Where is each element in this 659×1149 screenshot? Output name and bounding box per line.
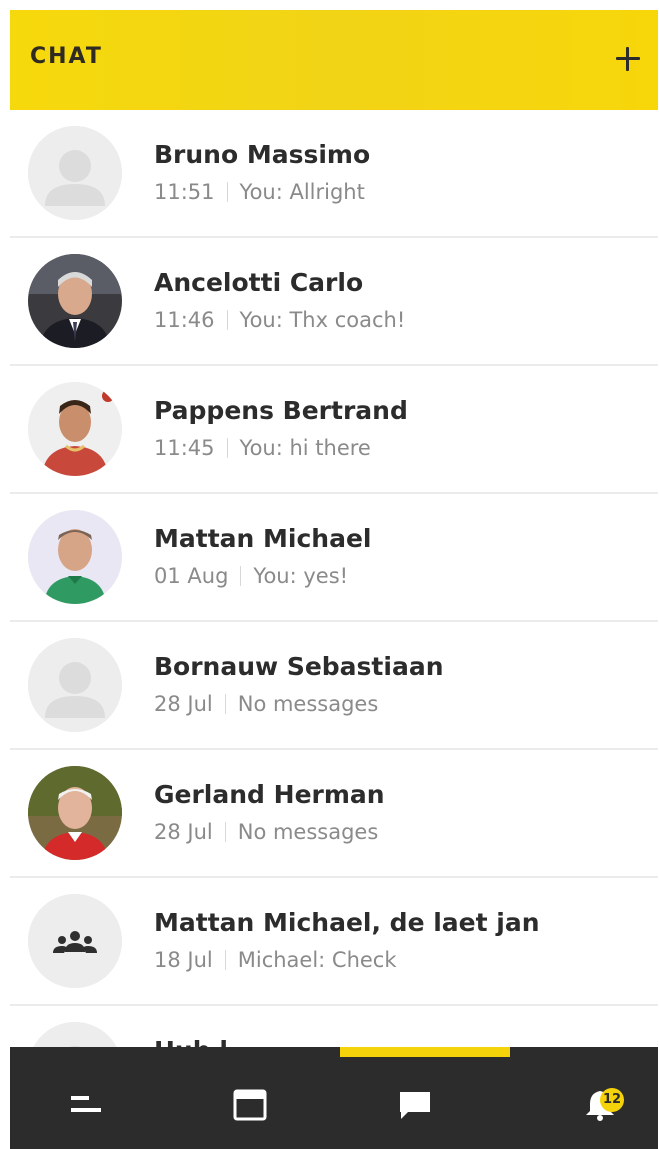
chat-meta: 11:51 You: Allright [154,180,365,204]
group-icon [28,894,122,988]
divider [226,438,228,458]
chat-name: Pappens Bertrand [154,396,408,425]
chat-row[interactable]: Mattan Michael, de laet jan 18 Jul Michae… [10,878,658,1006]
tab-chat[interactable] [365,1069,465,1139]
active-tab-indicator [340,1047,510,1057]
chat-time: 28 Jul [154,692,213,716]
chat-preview: No messages [237,692,379,716]
chat-name: Ancelotti Carlo [154,268,364,297]
avatar [28,510,122,604]
chat-time: 11:51 [154,180,215,204]
chat-row[interactable]: Mattan Michael 01 Aug You: yes! [10,494,658,622]
tab-menu[interactable] [35,1069,135,1139]
chat-meta: 18 Jul Michael: Check [154,948,397,972]
bottom-tab-bar [10,1047,658,1149]
chat-time: 11:45 [154,436,215,460]
page-title: CHAT [30,44,103,69]
chat-meta: 11:46 You: Thx coach! [154,308,405,332]
chat-time: 11:46 [154,308,215,332]
calendar-icon [233,1089,267,1121]
chat-time: 28 Jul [154,820,213,844]
divider [226,182,228,202]
chat-meta: 28 Jul No messages [154,692,378,716]
add-chat-button[interactable] [608,38,648,78]
chat-name: Bornauw Sebastiaan [154,652,444,681]
chat-icon [400,1092,430,1119]
avatar [28,766,122,860]
chat-meta: 28 Jul No messages [154,820,378,844]
chat-screen: CHAT Bruno Massimo 11:51 You: Allright A… [10,10,658,1149]
divider [224,694,226,714]
header-bar: CHAT [10,10,658,110]
chat-preview: You: yes! [253,564,349,588]
menu-icon [71,1096,101,1112]
chat-preview: No messages [237,820,379,844]
avatar [28,638,122,732]
divider [226,310,228,330]
chat-name: Bruno Massimo [154,140,371,169]
chat-preview: You: Thx coach! [239,308,406,332]
chat-row[interactable]: Hub l… [10,1006,658,1050]
avatar [28,382,122,476]
chat-preview: You: hi there [239,436,371,460]
chat-name: Mattan Michael, de laet jan [154,908,540,937]
divider [224,822,226,842]
chat-meta: 01 Aug You: yes! [154,564,348,588]
divider [224,950,226,970]
avatar [28,254,122,348]
divider [240,566,242,586]
chat-preview: Michael: Check [237,948,397,972]
avatar [28,126,122,220]
chat-row[interactable]: Bornauw Sebastiaan 28 Jul No messages [10,622,658,750]
chat-name: Gerland Herman [154,780,385,809]
tab-calendar[interactable] [200,1069,300,1139]
avatar [28,1022,122,1050]
chat-time: 18 Jul [154,948,213,972]
chat-row[interactable]: Pappens Bertrand 11:45 You: hi there [10,366,658,494]
chat-row[interactable]: Bruno Massimo 11:51 You: Allright [10,110,658,238]
avatar [28,894,122,988]
notification-badge: 12 [600,1088,624,1112]
chat-time: 01 Aug [154,564,229,588]
chat-preview: You: Allright [239,180,365,204]
chat-row[interactable]: Ancelotti Carlo 11:46 You: Thx coach! [10,238,658,366]
chat-meta: 11:45 You: hi there [154,436,371,460]
chat-list: Bruno Massimo 11:51 You: Allright Ancelot… [10,110,658,1050]
chat-name: Mattan Michael [154,524,372,553]
chat-row[interactable]: Gerland Herman 28 Jul No messages [10,750,658,878]
